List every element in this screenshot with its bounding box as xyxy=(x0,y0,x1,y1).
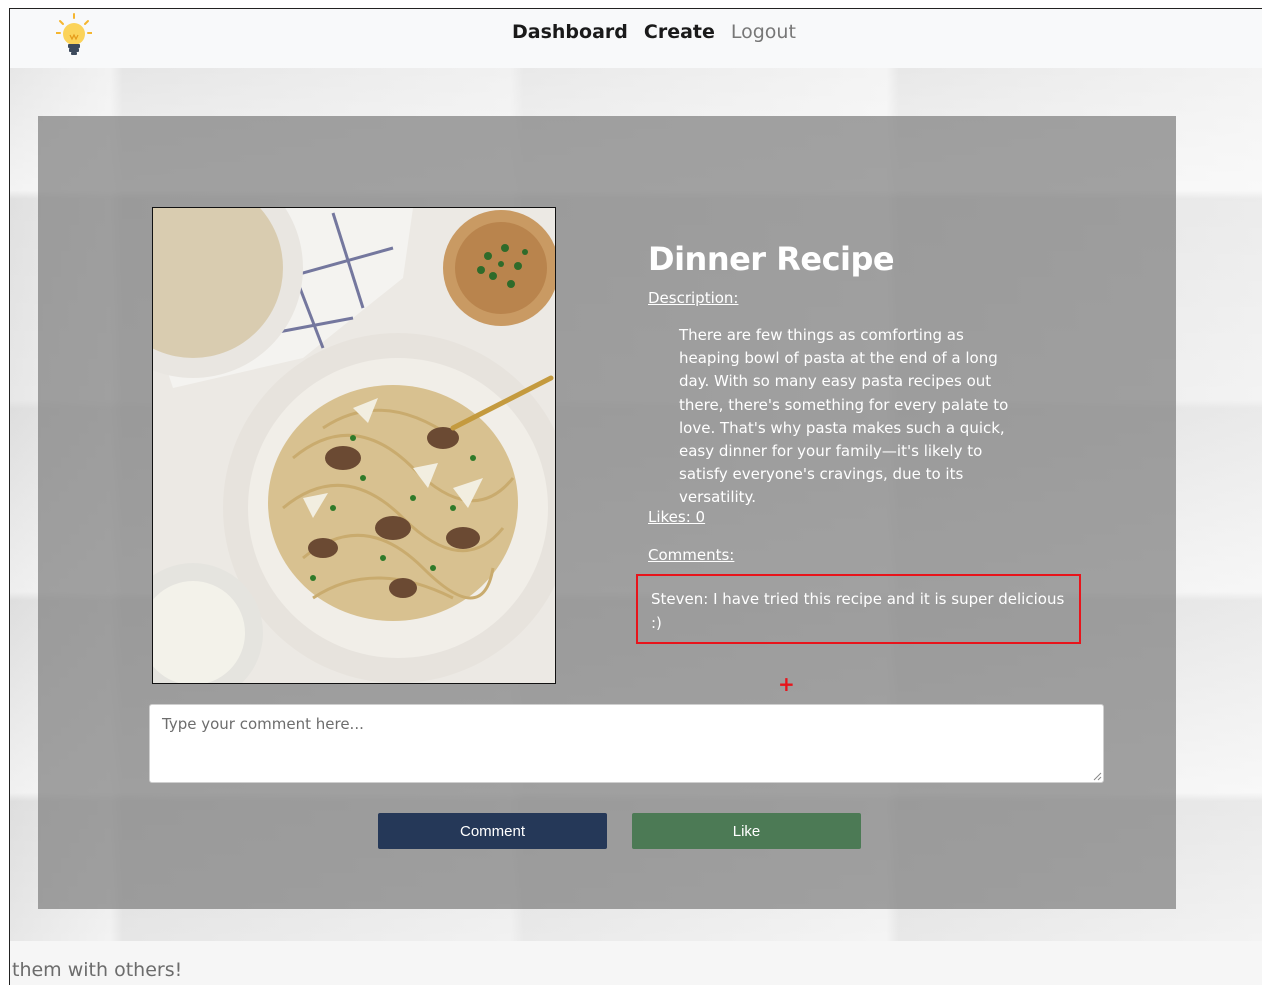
recipe-title: Dinner Recipe xyxy=(648,240,895,278)
recipe-description: There are few things as comforting as he… xyxy=(679,326,1009,507)
footer-text: them with others! xyxy=(12,959,183,981)
nav-create-link[interactable]: Create xyxy=(644,21,715,43)
pasta-dish-image xyxy=(152,207,556,684)
comment-text: Steven: I have tried this recipe and it … xyxy=(651,590,1065,632)
app-window: Dashboard Create Logout Dinner Recipe De… xyxy=(9,8,1262,985)
like-button[interactable]: Like xyxy=(632,813,861,849)
nav-links: Dashboard Create Logout xyxy=(512,21,796,43)
comment-button[interactable]: Comment xyxy=(378,813,607,849)
comment-input[interactable] xyxy=(149,704,1104,783)
recipe-card: Dinner Recipe Description: There are few… xyxy=(38,116,1176,909)
resize-grip-icon[interactable] xyxy=(1092,771,1102,781)
lightbulb-icon[interactable] xyxy=(56,13,92,59)
nav-dashboard-link[interactable]: Dashboard xyxy=(512,21,628,43)
comments-label: Comments: xyxy=(648,546,735,564)
pasta-photo-illustration xyxy=(153,208,555,683)
likes-count: Likes: 0 xyxy=(648,508,706,526)
nav-logout-link[interactable]: Logout xyxy=(731,21,796,43)
description-label: Description: xyxy=(648,289,739,307)
plus-marker: + xyxy=(778,672,795,696)
comment-item: Steven: I have tried this recipe and it … xyxy=(636,574,1081,644)
footer xyxy=(10,941,1262,985)
navbar: Dashboard Create Logout xyxy=(10,9,1262,68)
